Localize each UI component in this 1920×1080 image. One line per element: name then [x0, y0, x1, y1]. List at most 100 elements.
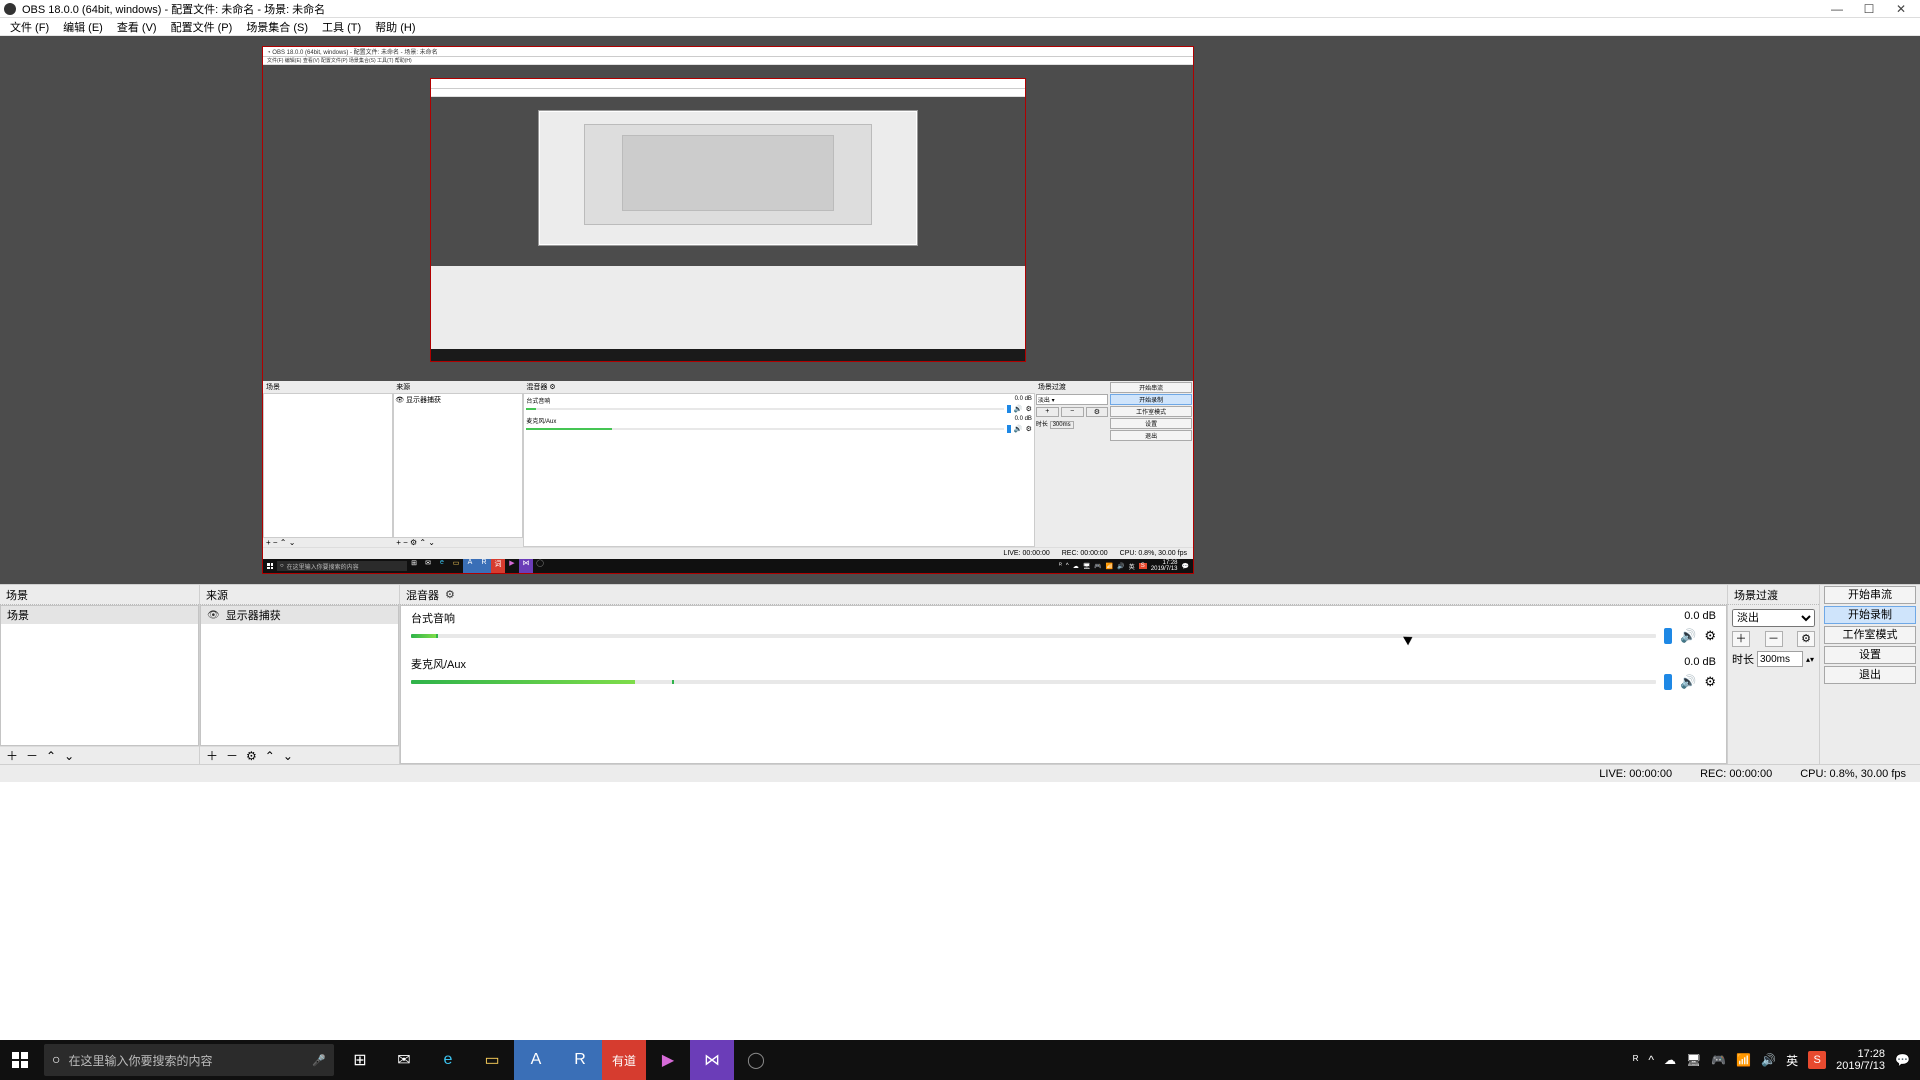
- tray-datetime[interactable]: 17:28 2019/7/13: [1836, 1048, 1885, 1072]
- sources-title: 来源: [206, 587, 228, 603]
- menu-bar: 文件 (F) 编辑 (E) 查看 (V) 配置文件 (P) 场景集合 (S) 工…: [0, 18, 1920, 36]
- tray-chevron-icon[interactable]: ^: [1648, 1053, 1654, 1067]
- obs-taskbar-app[interactable]: ◯: [734, 1040, 778, 1080]
- duration-input[interactable]: [1757, 651, 1803, 667]
- source-item-label: 显示器捕获: [226, 607, 281, 623]
- taskbar-apps: ⊞ ✉ e ▭ A R 有道 ▶ ⋈ ◯: [338, 1040, 778, 1080]
- inner-status-live: LIVE: 00:00:00: [1003, 550, 1049, 557]
- maximize-button[interactable]: ☐: [1862, 2, 1876, 16]
- youdao-app[interactable]: 有道: [602, 1040, 646, 1080]
- mixer-channel-db: 0.0 dB: [1684, 610, 1716, 626]
- menu-edit[interactable]: 编辑 (E): [63, 19, 103, 35]
- search-placeholder: 在这里输入你要搜索的内容: [68, 1052, 212, 1069]
- tray-network-icon[interactable]: 📶: [1736, 1053, 1751, 1067]
- exit-button[interactable]: 退出: [1824, 666, 1916, 684]
- transition-select[interactable]: 淡出: [1732, 609, 1815, 627]
- scene-down-button[interactable]: ⌄: [64, 749, 74, 763]
- scenes-title: 场景: [6, 587, 28, 603]
- source-remove-button[interactable]: －: [226, 747, 238, 764]
- minimize-button[interactable]: —: [1830, 2, 1844, 16]
- window-titlebar: OBS 18.0.0 (64bit, windows) - 配置文件: 未命名 …: [0, 0, 1920, 18]
- inner-status-rec: REC: 00:00:00: [1062, 550, 1108, 557]
- tray-onedrive-icon[interactable]: ☁: [1664, 1053, 1676, 1067]
- studio-mode-button[interactable]: 工作室模式: [1824, 626, 1916, 644]
- transition-add-button[interactable]: ＋: [1732, 631, 1750, 647]
- menu-view[interactable]: 查看 (V): [117, 19, 157, 35]
- volume-meter: [411, 634, 1656, 638]
- status-live: LIVE: 00:00:00: [1599, 768, 1672, 780]
- nested-capture-level-1: ◔ OBS 18.0.0 (64bit, windows) - 配置文件: 未命…: [263, 47, 1193, 573]
- controls-dock: 开始串流 开始录制 工作室模式 设置 退出: [1820, 585, 1920, 764]
- volume-slider[interactable]: [1664, 674, 1672, 690]
- scene-remove-button[interactable]: －: [26, 747, 38, 764]
- tray-ime-icon[interactable]: 英: [1786, 1052, 1798, 1069]
- transition-settings-button[interactable]: ⚙: [1797, 631, 1815, 647]
- start-streaming-button[interactable]: 开始串流: [1824, 586, 1916, 604]
- scene-up-button[interactable]: ⌃: [46, 749, 56, 763]
- infinite-recursion: [538, 110, 918, 245]
- tray-display-icon[interactable]: 🖥: [1686, 1053, 1701, 1067]
- status-rec: REC: 00:00:00: [1700, 768, 1772, 780]
- tray-sogou-icon[interactable]: S: [1808, 1051, 1826, 1069]
- preview-area[interactable]: ◔ OBS 18.0.0 (64bit, windows) - 配置文件: 未命…: [0, 36, 1920, 584]
- obs-logo-icon: [4, 3, 16, 15]
- source-properties-button[interactable]: ⚙: [246, 749, 257, 763]
- menu-file[interactable]: 文件 (F): [10, 19, 49, 35]
- mixer-settings-icon[interactable]: [445, 588, 455, 601]
- status-bar: LIVE: 00:00:00 REC: 00:00:00 CPU: 0.8%, …: [0, 764, 1920, 782]
- scene-item[interactable]: 场景: [1, 606, 198, 624]
- mic-icon[interactable]: [312, 1051, 326, 1069]
- menu-scene-collection[interactable]: 场景集合 (S): [246, 19, 308, 35]
- menu-help[interactable]: 帮助 (H): [375, 19, 415, 35]
- mixer-channel-name: 台式音响: [411, 610, 455, 626]
- menu-tools[interactable]: 工具 (T): [322, 19, 361, 35]
- status-cpu: CPU: 0.8%, 30.00 fps: [1800, 768, 1906, 780]
- source-down-button[interactable]: ⌄: [283, 749, 293, 763]
- task-view-button[interactable]: ⊞: [338, 1040, 382, 1080]
- edge-app[interactable]: e: [426, 1040, 470, 1080]
- duration-spinner[interactable]: ▴▾: [1806, 655, 1814, 664]
- start-button[interactable]: [0, 1040, 40, 1080]
- volume-meter: [411, 680, 1656, 684]
- tray-gamebar-icon[interactable]: 🎮: [1711, 1053, 1726, 1067]
- mute-button[interactable]: 🔊: [1680, 674, 1696, 690]
- explorer-app[interactable]: ▭: [470, 1040, 514, 1080]
- menu-profile[interactable]: 配置文件 (P): [171, 19, 233, 35]
- transition-remove-button[interactable]: －: [1765, 631, 1783, 647]
- source-up-button[interactable]: ⌃: [265, 749, 275, 763]
- start-recording-button[interactable]: 开始录制: [1824, 606, 1916, 624]
- channel-settings-button[interactable]: ⚙: [1704, 628, 1716, 644]
- system-tray: ᴿ ^ ☁ 🖥 🎮 📶 🔊 英 S 17:28 2019/7/13 💬: [1633, 1048, 1920, 1072]
- tray-volume-icon[interactable]: 🔊: [1761, 1053, 1776, 1067]
- source-item[interactable]: 显示器捕获: [201, 606, 398, 624]
- sources-dock: 来源 显示器捕获 ＋ － ⚙ ⌃ ⌄: [200, 585, 400, 764]
- mixer-channel-mic: 麦克风/Aux 0.0 dB 🔊 ⚙: [401, 652, 1726, 698]
- tray-date: 2019/7/13: [1836, 1060, 1885, 1072]
- mixer-channel-name: 麦克风/Aux: [411, 656, 466, 672]
- settings-button[interactable]: 设置: [1824, 646, 1916, 664]
- action-center-icon[interactable]: 💬: [1895, 1053, 1910, 1067]
- source-add-button[interactable]: ＋: [206, 747, 218, 764]
- mail-app[interactable]: ✉: [382, 1040, 426, 1080]
- media-app[interactable]: ▶: [646, 1040, 690, 1080]
- visibility-icon[interactable]: [207, 609, 220, 621]
- taskbar-search[interactable]: 在这里输入你要搜索的内容: [44, 1044, 334, 1076]
- mute-button[interactable]: 🔊: [1680, 628, 1696, 644]
- windows-logo-icon: [12, 1052, 28, 1068]
- app-a[interactable]: A: [514, 1040, 558, 1080]
- preview-source-bounding-box[interactable]: ◔ OBS 18.0.0 (64bit, windows) - 配置文件: 未命…: [262, 46, 1194, 574]
- scenes-dock: 场景 场景 ＋ － ⌃ ⌄: [0, 585, 200, 764]
- mixer-title: 混音器: [406, 587, 439, 603]
- channel-settings-button[interactable]: ⚙: [1704, 674, 1716, 690]
- transitions-title: 场景过渡: [1734, 587, 1778, 603]
- scene-add-button[interactable]: ＋: [6, 747, 18, 764]
- transitions-dock: 场景过渡 淡出 ＋ － ⚙ 时长 ▴▾: [1728, 585, 1820, 764]
- inner-status-cpu: CPU: 0.8%, 30.00 fps: [1120, 550, 1187, 557]
- duration-label: 时长: [1732, 651, 1754, 667]
- tray-people-icon[interactable]: ᴿ: [1633, 1053, 1638, 1067]
- revit-app[interactable]: R: [558, 1040, 602, 1080]
- volume-slider[interactable]: [1664, 628, 1672, 644]
- close-button[interactable]: ✕: [1894, 2, 1908, 16]
- scene-item-label: 场景: [7, 607, 29, 623]
- visual-studio-app[interactable]: ⋈: [690, 1040, 734, 1080]
